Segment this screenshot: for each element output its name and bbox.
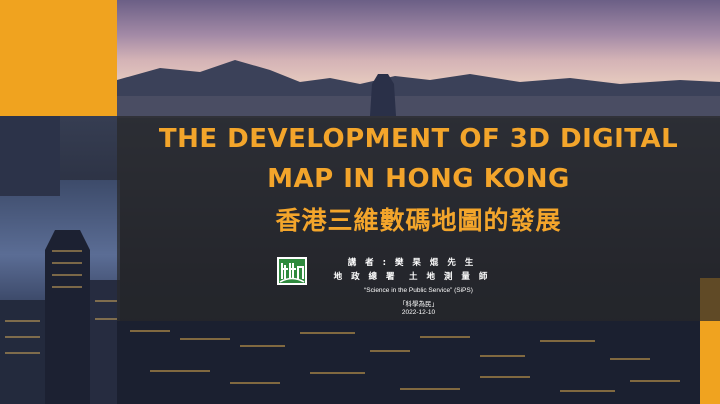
speaker-title: 地 政 總 署 土 地 測 量 師 <box>333 272 491 282</box>
tower-left-3 <box>90 280 120 404</box>
speaker-info: 講 者 : 樊 杲 焜 先 生 地 政 總 署 土 地 測 量 師 <box>312 256 512 284</box>
chinese-title: 香港三維數碼地圖的發展 <box>275 206 562 235</box>
series-chinese: 「科學為民」 <box>399 301 438 308</box>
title-line-2: MAP IN HONG KONG <box>267 164 570 194</box>
event-date: 2022-12-10 <box>401 309 436 316</box>
accent-corner-block <box>0 0 117 116</box>
lands-department-logo-icon <box>277 257 307 285</box>
title-line-1: THE DEVELOPMENT OF 3D DIGITAL <box>158 124 679 154</box>
speaker-name: 講 者 : 樊 杲 焜 先 生 <box>347 258 477 268</box>
distant-buildings <box>117 96 720 118</box>
tower-left-1 <box>45 230 90 404</box>
series-name: “Science in the Public Service” (SiPS) <box>364 287 473 294</box>
left-towers <box>0 116 60 196</box>
slide: THE DEVELOPMENT OF 3D DIGITAL MAP IN HON… <box>0 0 720 404</box>
